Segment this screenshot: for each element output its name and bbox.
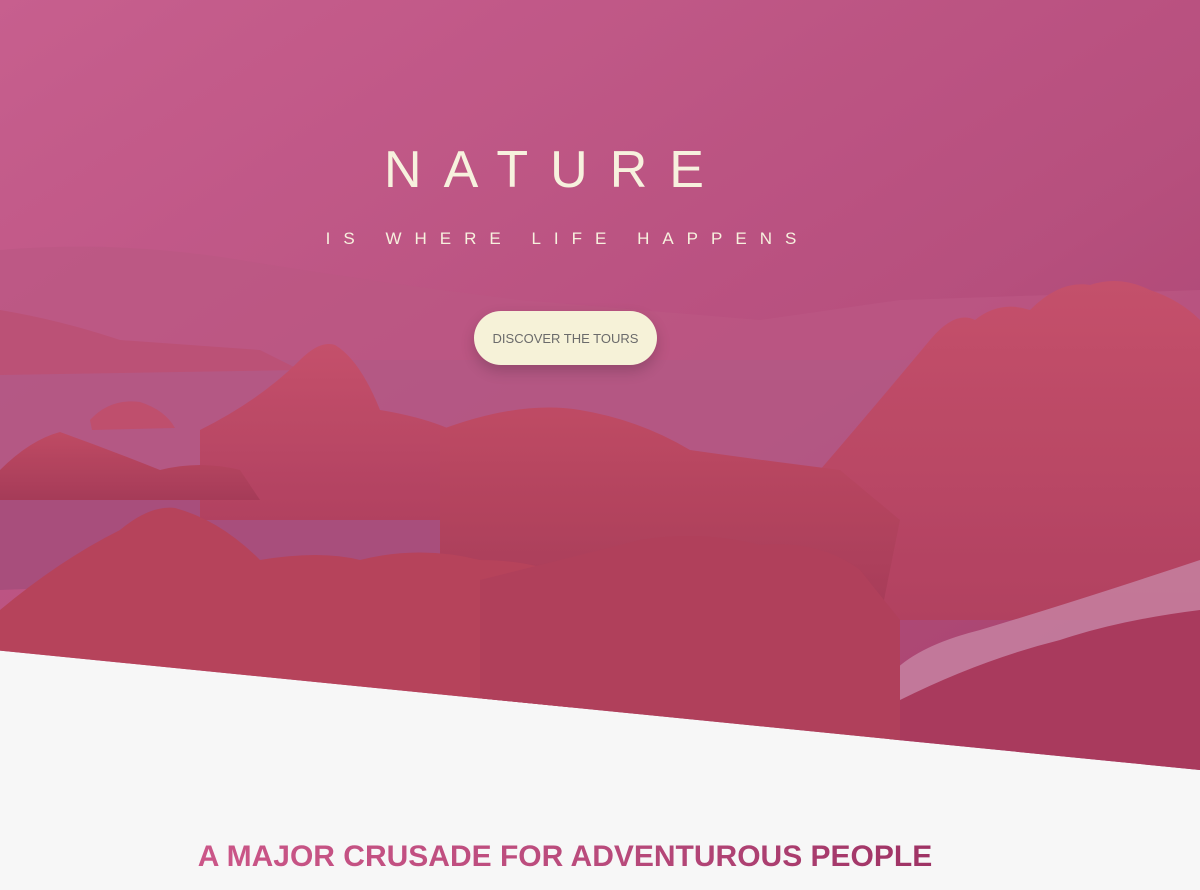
about-section-heading: A MAJOR CRUSADE FOR ADVENTUROUS PEOPLE — [0, 840, 1130, 874]
hero-subtitle: IS WHERE LIFE HAPPENS — [325, 229, 810, 248]
hero-title: NATURE — [384, 141, 726, 199]
hero-background-image — [0, 0, 1200, 770]
discover-tours-button[interactable]: DISCOVER THE TOURS — [474, 311, 657, 365]
hero-section: NATURE IS WHERE LIFE HAPPENS DISCOVER TH… — [0, 0, 1200, 770]
